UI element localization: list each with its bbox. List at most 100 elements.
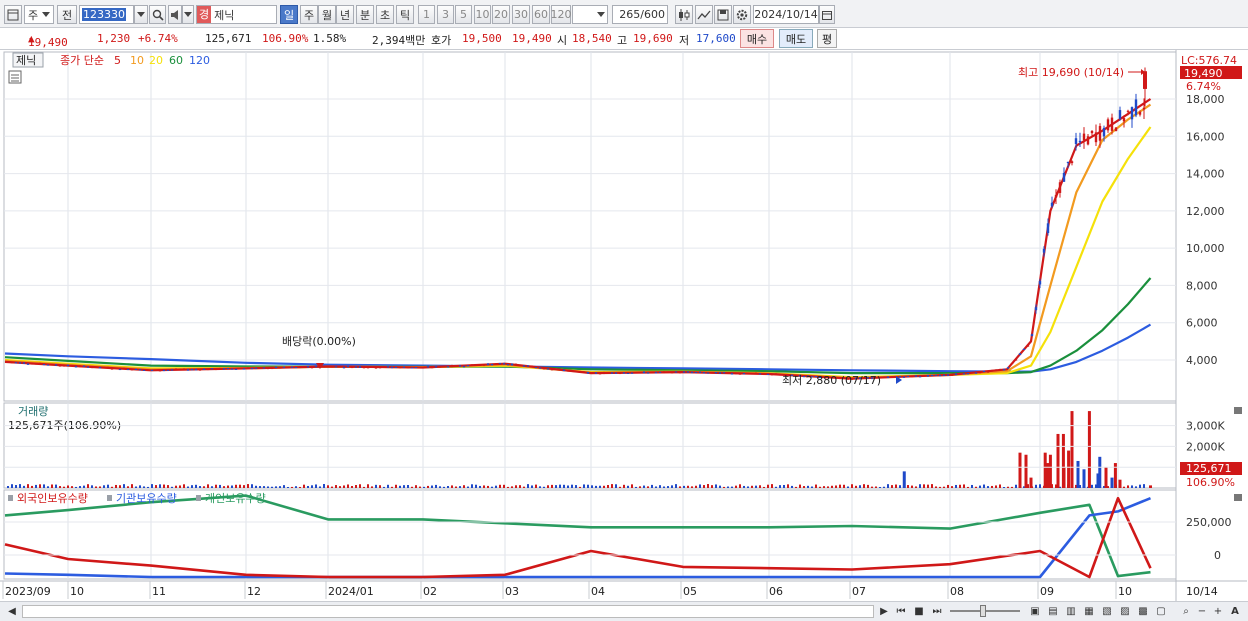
stock-name-field[interactable]: 경 제닉 [196, 5, 277, 24]
scroll-right-arrow-icon[interactable]: ▶ [878, 604, 890, 619]
chart-share-icon[interactable]: ▩ [1136, 604, 1150, 619]
period-tab[interactable]: 초 [376, 5, 394, 24]
settings-button[interactable] [733, 5, 751, 24]
x-axis-label: 09 [1040, 585, 1054, 598]
period-tab[interactable]: 월 [318, 5, 336, 24]
chart-grid-icon[interactable]: ▦ [1082, 604, 1096, 619]
candle-body [670, 372, 674, 374]
zoom-in-icon[interactable]: + [1212, 604, 1224, 619]
candle-body [534, 367, 538, 369]
period-tab[interactable]: 일 [280, 5, 298, 24]
buy-button[interactable]: 매수 [740, 29, 774, 48]
candle-body [342, 367, 346, 369]
x-axis-label: 07 [852, 585, 866, 598]
zoom-out-icon[interactable]: − [1196, 604, 1208, 619]
speaker-icon [171, 9, 178, 20]
lc-label: LC:576.74 [1181, 54, 1237, 67]
interval-button[interactable]: 3 [437, 5, 454, 24]
stop-icon[interactable]: ■ [912, 604, 926, 619]
interval-button[interactable]: 5 [455, 5, 472, 24]
prev-button[interactable]: 전 [57, 5, 77, 24]
volume-value: 125,671 [205, 32, 252, 45]
candle-body [86, 366, 90, 368]
interval-button[interactable]: 30 [512, 5, 530, 24]
stock-list-dropdown[interactable] [182, 5, 194, 24]
interval-button[interactable]: 10 [474, 5, 491, 24]
candle-body [570, 370, 574, 372]
volume-bar [319, 486, 321, 488]
candle-body [402, 366, 406, 368]
interval-button[interactable]: 20 [492, 5, 510, 24]
candle-body [262, 367, 266, 369]
candle-body [966, 373, 970, 375]
date-input[interactable]: 2024/10/14 [754, 8, 817, 21]
stock-code-input[interactable]: 123330 [79, 5, 134, 24]
price-panel[interactable] [3, 51, 1177, 402]
calendar-button[interactable] [819, 5, 835, 24]
count-input[interactable]: 265 [619, 8, 640, 21]
scroll-track[interactable] [22, 605, 874, 618]
market-select[interactable]: 주 [24, 5, 54, 24]
volume-bar [67, 485, 69, 488]
candle-type-button[interactable] [675, 5, 693, 24]
period-tab[interactable]: 분 [356, 5, 374, 24]
draw-tool-button[interactable] [695, 5, 713, 24]
candle-body [774, 373, 778, 375]
candle-body [942, 374, 946, 376]
candle-body [902, 376, 906, 378]
chart-layout-icon[interactable]: ▤ [1046, 604, 1060, 619]
candle-body [194, 369, 198, 371]
rewind-icon[interactable]: ⏮ [894, 604, 908, 619]
candle-body [346, 366, 350, 368]
layout-icon[interactable] [4, 5, 22, 24]
volume-bar [855, 485, 857, 488]
volume-bar [475, 484, 477, 488]
volume-panel-close-icon[interactable] [1234, 407, 1242, 414]
save-button[interactable] [714, 5, 732, 24]
interval-button[interactable]: 1 [418, 5, 435, 24]
interval-button[interactable]: 120 [551, 5, 572, 24]
fast-forward-icon[interactable]: ⏭ [930, 604, 944, 619]
interval-custom-select[interactable] [572, 5, 608, 24]
code-dropdown-button[interactable] [134, 5, 148, 24]
holding-panel[interactable] [3, 489, 1177, 580]
volume-bar [835, 485, 837, 488]
interval-button[interactable]: 60 [532, 5, 550, 24]
date-field[interactable]: 2024/10/14 [753, 5, 819, 24]
period-tab[interactable]: 주 [300, 5, 318, 24]
period-tab[interactable]: 틱 [396, 5, 414, 24]
chart-split-icon[interactable]: ▥ [1064, 604, 1078, 619]
candle-body [30, 363, 34, 365]
candle-body [450, 365, 454, 367]
chart-copy-icon[interactable]: ▣ [1028, 604, 1042, 619]
prev-stock-button[interactable] [168, 5, 182, 24]
volume-bar [431, 485, 433, 488]
search-button[interactable] [149, 5, 166, 24]
count-field[interactable]: 265 /600 [612, 5, 668, 24]
chart-cross-icon[interactable]: ▧ [1100, 604, 1114, 619]
stock-chart[interactable]: 18,000 16,000 14,000 12,000 10,000 8,000 6,000… [0, 50, 1248, 602]
chart-area[interactable]: 18,000 16,000 14,000 12,000 10,000 8,000 6,000… [0, 50, 1248, 602]
volume-bar [363, 486, 365, 488]
period-tab[interactable]: 년 [336, 5, 354, 24]
volume-bar [811, 486, 813, 488]
volume-panel[interactable] [3, 402, 1177, 489]
volume-bar [283, 485, 285, 488]
volume-bar [871, 486, 873, 488]
font-size-icon[interactable]: A [1228, 604, 1242, 619]
candle-body [218, 368, 222, 370]
scroll-left-arrow-icon[interactable]: ◀ [6, 604, 18, 619]
holding-panel-close-icon[interactable] [1234, 494, 1242, 501]
average-button[interactable]: 평 [817, 29, 837, 48]
chart-scrollbar[interactable]: ◀ ▶ ⏮ ■ ⏭ ▣ ▤ ▥ ▦ ▧ ▨ ▩ ▢ ⌕ − + A [0, 601, 1248, 621]
zoom-slider-thumb[interactable] [980, 605, 986, 617]
volume-bar [707, 484, 709, 488]
chart-print-icon[interactable]: ▢ [1154, 604, 1168, 619]
holding-legend-marker [107, 495, 112, 501]
zoom-icon[interactable]: ⌕ [1180, 604, 1192, 619]
sell-button[interactable]: 매도 [779, 29, 813, 48]
candle-body [662, 371, 666, 373]
chart-panel-icon[interactable]: ▨ [1118, 604, 1132, 619]
volume-bar [419, 486, 421, 488]
candle-body [1010, 363, 1014, 365]
